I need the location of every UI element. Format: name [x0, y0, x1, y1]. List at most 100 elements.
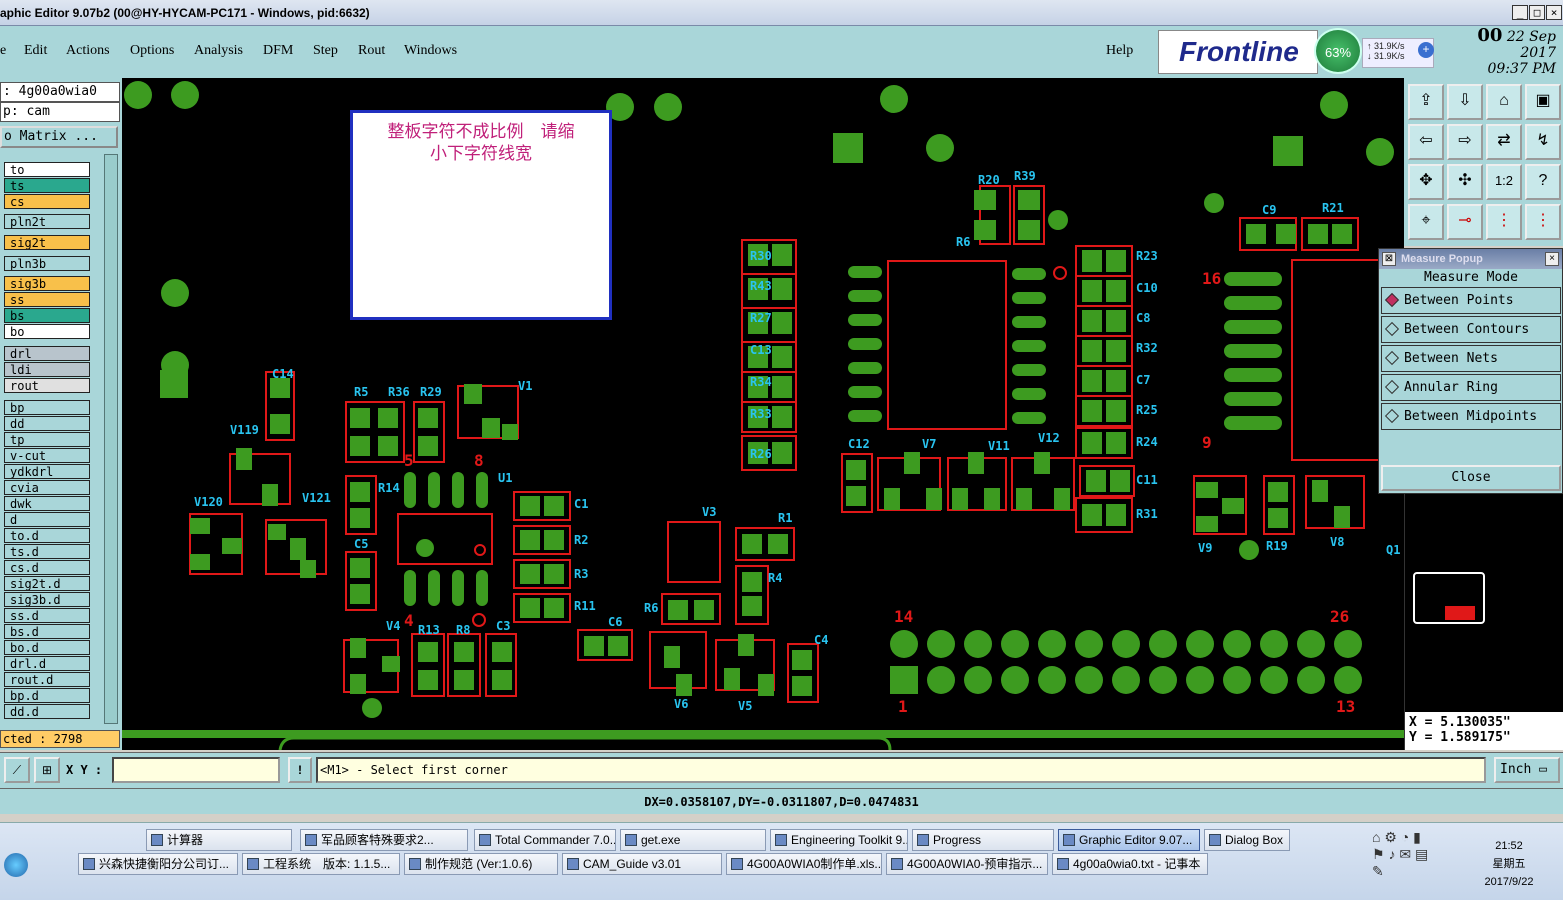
layer-item[interactable]: dd [4, 416, 90, 431]
layer-item[interactable]: v-cut [4, 448, 90, 463]
option-between-nets[interactable]: Between Nets [1381, 345, 1561, 372]
menu-actions[interactable]: Actions [66, 43, 110, 59]
menu-windows[interactable]: Windows [404, 43, 457, 59]
layer-item[interactable]: sig2t [4, 235, 90, 250]
option-between-contours[interactable]: Between Contours [1381, 316, 1561, 343]
taskbar-item[interactable]: 军品顾客特殊要求2... [300, 829, 468, 851]
move-down-icon[interactable]: ⇩ [1447, 84, 1483, 120]
layer-item[interactable]: drl.d [4, 656, 90, 671]
layer-item[interactable]: ts [4, 178, 90, 193]
measure-tool-icon[interactable]: ⌖ [1408, 204, 1444, 240]
probe-icon[interactable]: ⊸ [1447, 204, 1483, 240]
taskbar-item[interactable]: CAM_Guide v3.01 [562, 853, 722, 875]
network-monitor-badge[interactable]: 63% [1314, 28, 1362, 74]
window-icon[interactable]: ▣ [1525, 84, 1561, 120]
layer-item[interactable]: bs.d [4, 624, 90, 639]
menu-edit[interactable]: Edit [24, 43, 47, 59]
scale-icon[interactable]: 1:2 [1486, 164, 1522, 200]
xy-input[interactable] [112, 757, 280, 783]
layer-item[interactable]: tp [4, 432, 90, 447]
layer-item[interactable]: ldi [4, 362, 90, 377]
overview-map[interactable] [1413, 572, 1485, 624]
layer-scrollbar[interactable] [104, 154, 118, 724]
layer-item[interactable]: drl [4, 346, 90, 361]
menu-options[interactable]: Options [130, 43, 174, 59]
taskbar-item[interactable]: Progress [912, 829, 1054, 851]
mirror-icon[interactable]: ⇄ [1486, 124, 1522, 160]
minimize-button[interactable]: _ [1512, 5, 1528, 20]
help-icon[interactable]: ? [1525, 164, 1561, 200]
layer-item[interactable]: rout.d [4, 672, 90, 687]
layer-item[interactable]: bp [4, 400, 90, 415]
layer-item[interactable]: ss [4, 292, 90, 307]
layer-item[interactable]: d [4, 512, 90, 527]
layer-item[interactable]: to [4, 162, 90, 177]
taskbar-item[interactable]: 制作规范 (Ver:1.0.6) [404, 853, 558, 875]
menu-analysis[interactable]: Analysis [194, 43, 243, 59]
plus-icon[interactable]: + [1418, 42, 1434, 58]
taskbar-item[interactable]: 4G00A0WIA0-预审指示... [886, 853, 1048, 875]
pan-icon[interactable]: ✣ [1447, 164, 1483, 200]
layer-item[interactable]: cs [4, 194, 90, 209]
taskbar-item[interactable]: 计算器 [146, 829, 292, 851]
menu-help[interactable]: Help [1106, 43, 1133, 59]
clock[interactable]: 21:52 星期五 2017/9/22 [1478, 837, 1540, 897]
unit-selector[interactable]: Inch ▭ [1494, 757, 1560, 783]
alert-icon[interactable]: ! [288, 757, 312, 783]
layer-icon[interactable]: ⋮ [1525, 204, 1561, 240]
layer-item[interactable]: pln3b [4, 256, 90, 271]
close-window-button[interactable]: × [1546, 5, 1562, 20]
option-annular-ring[interactable]: Annular Ring [1381, 374, 1561, 401]
menu-rout[interactable]: Rout [358, 43, 385, 59]
layer-item[interactable]: ydkdrl [4, 464, 90, 479]
taskbar-item[interactable]: Total Commander 7.0... [474, 829, 616, 851]
svg-text:R24: R24 [1136, 435, 1158, 449]
layer-item[interactable]: bo [4, 324, 90, 339]
layer-item[interactable]: to.d [4, 528, 90, 543]
layer-item[interactable]: pln2t [4, 214, 90, 229]
taskbar-item[interactable]: Dialog Box [1204, 829, 1290, 851]
net-icon[interactable]: ⋮ [1486, 204, 1522, 240]
menu-file[interactable]: e [0, 43, 6, 59]
taskbar-item[interactable]: Engineering Toolkit 9.... [770, 829, 908, 851]
option-between-midpoints[interactable]: Between Midpoints [1381, 403, 1561, 430]
route-icon[interactable]: ↯ [1525, 124, 1561, 160]
layer-item[interactable]: bp.d [4, 688, 90, 703]
maximize-button[interactable]: □ [1529, 5, 1545, 20]
snap-icon[interactable]: ⟋ [4, 757, 30, 783]
layer-item[interactable]: ss.d [4, 608, 90, 623]
move-right-icon[interactable]: ⇨ [1447, 124, 1483, 160]
layer-item[interactable]: sig2t.d [4, 576, 90, 591]
taskbar-item[interactable]: Graphic Editor 9.07... [1058, 829, 1200, 851]
close-button[interactable]: Close [1381, 465, 1561, 491]
svg-text:R4: R4 [768, 571, 782, 585]
layer-item[interactable]: dwk [4, 496, 90, 511]
option-between-points[interactable]: Between Points [1381, 287, 1561, 314]
layer-item[interactable]: cs.d [4, 560, 90, 575]
start-icon[interactable] [4, 853, 28, 877]
layer-item[interactable]: sig3b.d [4, 592, 90, 607]
layer-item[interactable]: ts.d [4, 544, 90, 559]
matrix-button[interactable]: o Matrix ... [0, 126, 118, 148]
taskbar-item[interactable]: 4G00A0WIA0制作单.xls... [726, 853, 882, 875]
graphic-canvas[interactable]: R30 R43 R27 C13 R34 R33 R26 R23 C10 C8 R32 C7 R25 R2… [122, 78, 1404, 750]
move-up-icon[interactable]: ⇪ [1408, 84, 1444, 120]
layer-item[interactable]: cvia [4, 480, 90, 495]
tray-icons[interactable]: ⌂ ⚙ ◔ ▮ ⚑ ♪ ✉ ▤ ✎ [1372, 829, 1472, 889]
taskbar-item[interactable]: 4g00a0wia0.txt - 记事本 [1052, 853, 1208, 875]
menu-dfm[interactable]: DFM [263, 43, 293, 59]
menu-step[interactable]: Step [313, 43, 338, 59]
taskbar-item[interactable]: get.exe [620, 829, 766, 851]
layer-item[interactable]: bs [4, 308, 90, 323]
layer-item[interactable]: bo.d [4, 640, 90, 655]
taskbar-item[interactable]: 工程系统 版本: 1.1.5... [242, 853, 400, 875]
taskbar-item[interactable]: 兴森快捷衡阳分公司订... [78, 853, 238, 875]
popup-close-icon[interactable]: × [1545, 252, 1559, 266]
layer-item[interactable]: sig3b [4, 276, 90, 291]
grid-icon[interactable]: ⊞ [34, 757, 60, 783]
layer-item[interactable]: dd.d [4, 704, 90, 719]
home-icon[interactable]: ⌂ [1486, 84, 1522, 120]
layer-item[interactable]: rout [4, 378, 90, 393]
zoom-fit-icon[interactable]: ✥ [1408, 164, 1444, 200]
move-left-icon[interactable]: ⇦ [1408, 124, 1444, 160]
